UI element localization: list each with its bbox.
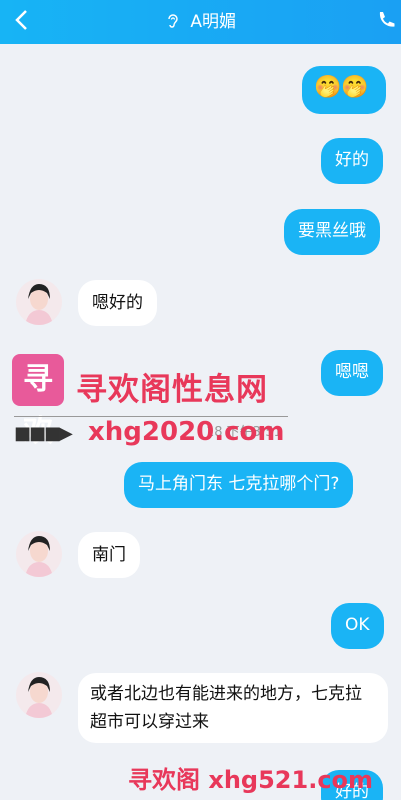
chat-title[interactable]: A明媚 [0,11,401,33]
message-text: 或者北边也有能进来的地方，七克拉超市可以穿过来 [90,684,362,732]
message-text: 🤭🤭 [314,75,369,100]
arrow-right-icon: ■■■▶ [14,423,73,444]
avatar-image [25,536,53,577]
avatar-image [25,284,53,325]
message-text: OK [345,615,370,635]
message-text: 好的 [335,150,369,170]
avatar[interactable] [16,531,62,577]
message-bubble-sent[interactable]: 好的 [321,138,383,184]
avatar[interactable] [16,672,62,718]
watermark-bottom: 寻欢阁 xhg521.com [128,766,374,794]
watermark-title: 寻欢阁性息网 [76,372,268,408]
message-bubble-sent[interactable]: OK [331,603,384,649]
chat-header: A明媚 [0,0,401,44]
watermark-url: xhg2020.com [88,417,285,447]
watermark-ruler [14,409,288,417]
message-bubble-sent[interactable]: 马上角门东 七克拉哪个门? [124,462,354,508]
call-button[interactable] [377,10,395,30]
ear-icon [168,14,178,28]
message-text: 南门 [92,545,126,565]
message-text: 马上角门东 七克拉哪个门? [138,474,340,494]
message-bubble-received[interactable]: 南门 [78,532,140,578]
message-bubble-sent[interactable]: 嗯嗯 [321,350,383,396]
avatar[interactable] [16,279,62,325]
message-bubble-sent[interactable]: 要黑丝哦 [284,209,380,255]
message-text: 嗯嗯 [335,362,369,382]
contact-name: A明媚 [190,12,237,32]
message-text: 嗯好的 [92,293,143,313]
message-bubble-sent[interactable]: 🤭🤭 [302,66,386,114]
message-bubble-received[interactable]: 嗯好的 [78,280,157,326]
watermark-logo: 寻欢 [12,354,64,449]
message-text: 要黑丝哦 [298,221,366,241]
avatar-image [25,677,53,718]
message-bubble-received[interactable]: 或者北边也有能进来的地方，七克拉超市可以穿过来 [78,673,388,743]
phone-icon [379,12,395,27]
